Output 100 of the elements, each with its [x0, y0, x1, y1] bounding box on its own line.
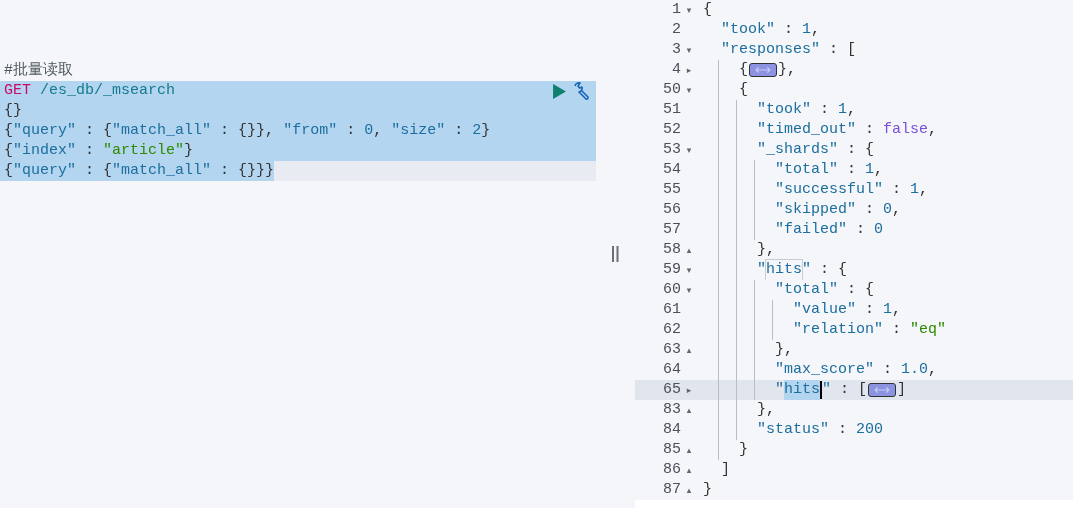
code-token: : — [883, 360, 894, 380]
code-token: "total" — [775, 160, 839, 180]
code-token: : — [85, 142, 96, 159]
code-token: "query" — [13, 162, 77, 179]
code-token: 1 — [802, 20, 812, 40]
code-token: " — [822, 380, 832, 400]
line-number: 64 — [662, 360, 681, 380]
code-token: "timed_out" — [757, 120, 857, 140]
code-token: "took" — [757, 100, 812, 120]
code-token: : — [454, 122, 465, 139]
code-token: }, — [775, 340, 794, 360]
fold-toggle[interactable]: ▴ — [686, 345, 692, 355]
code-token: "article" — [103, 142, 185, 159]
code-token: : [ — [840, 380, 868, 400]
code-token: , — [874, 160, 884, 180]
fold-toggle[interactable]: ▴ — [686, 445, 692, 455]
fold-toggle[interactable]: ▾ — [686, 145, 692, 155]
code-token: "match_all" — [112, 162, 212, 179]
code-token: false — [883, 120, 929, 140]
code-token: "failed" — [775, 220, 848, 240]
code-token: , — [928, 360, 938, 380]
code-token: } — [184, 142, 194, 159]
code-token: "relation" — [793, 320, 884, 340]
code-token: : — [865, 120, 876, 140]
code-token: , — [892, 200, 902, 220]
code-token: 200 — [856, 420, 884, 440]
fold-toggle[interactable]: ▾ — [686, 45, 692, 55]
line-number: 4 — [671, 60, 681, 80]
code-token: hits — [784, 380, 821, 400]
fold-toggle[interactable]: ▾ — [686, 285, 692, 295]
code-token: } — [481, 122, 491, 139]
line-number: 52 — [662, 120, 681, 140]
code-token: , — [847, 100, 857, 120]
line-number: 86 — [662, 460, 681, 480]
code-token: " — [802, 260, 812, 280]
play-icon[interactable] — [553, 83, 566, 99]
code-token: : — [892, 180, 903, 200]
code-token: { — [4, 142, 13, 159]
code-token: ] — [897, 380, 907, 400]
code-token: 0 — [874, 220, 884, 240]
code-token: GET — [4, 82, 31, 99]
code-token: : { — [847, 140, 875, 160]
fold-toggle[interactable]: ▾ — [686, 265, 692, 275]
fold-toggle[interactable]: ▴ — [686, 465, 692, 475]
code-token: } — [703, 480, 712, 500]
fold-toggle[interactable]: ▴ — [686, 485, 692, 495]
code-token: "query" — [13, 122, 77, 139]
resize-handle-icon[interactable] — [612, 246, 619, 262]
code-token: : {}}, — [220, 122, 276, 139]
code-token: : { — [85, 162, 113, 179]
code-token: : — [346, 122, 357, 139]
code-token: { — [703, 0, 712, 20]
code-token: : — [838, 420, 849, 440]
code-token: { — [4, 162, 13, 179]
code-token: : {}}} — [220, 162, 275, 179]
code-token: " — [775, 380, 785, 400]
code-token: : { — [847, 280, 875, 300]
code-token: "total" — [775, 280, 839, 300]
code-token: : — [865, 200, 876, 220]
wrench-icon[interactable] — [572, 81, 592, 101]
code-token: "eq" — [910, 320, 947, 340]
code-token: : { — [820, 260, 848, 280]
line-number: 50 — [662, 80, 681, 100]
fold-toggle[interactable]: ▸ — [686, 65, 692, 75]
code-token: : — [856, 220, 867, 240]
code-token: 0 — [364, 122, 374, 139]
fold-toggle[interactable]: ▾ — [686, 5, 692, 15]
fold-toggle[interactable]: ▴ — [686, 405, 692, 415]
code-token: : { — [85, 122, 113, 139]
line-number: 2 — [671, 20, 681, 40]
code-token: }, — [778, 60, 797, 80]
code-token: { — [4, 122, 13, 139]
code-token: : — [892, 320, 903, 340]
code-token: "value" — [793, 300, 857, 320]
code-token: 1 — [838, 100, 848, 120]
code-token: 2 — [472, 122, 482, 139]
fold-toggle[interactable]: ▾ — [686, 85, 692, 95]
line-number: 57 — [662, 220, 681, 240]
code-token: 1 — [910, 180, 920, 200]
line-number: 85 — [662, 440, 681, 460]
line-number: 3 — [671, 40, 681, 60]
code-token: : — [820, 100, 831, 120]
code-token: "_shards" — [757, 140, 839, 160]
code-token: "from" — [283, 122, 338, 139]
code-token: /es_db/_msearch — [40, 82, 176, 99]
line-number: 59 — [662, 260, 681, 280]
code-token: "size" — [391, 122, 446, 139]
line-number: 54 — [662, 160, 681, 180]
code-token: "successful" — [775, 180, 884, 200]
line-number: 51 — [662, 100, 681, 120]
code-token: "match_all" — [112, 122, 212, 139]
code-token: , — [811, 20, 821, 40]
fold-toggle[interactable]: ▴ — [686, 245, 692, 255]
code-token: " — [757, 260, 767, 280]
code-token: : — [847, 160, 858, 180]
folded-code-icon[interactable] — [868, 383, 897, 397]
code-token: "took" — [721, 20, 776, 40]
fold-toggle[interactable]: ▸ — [686, 385, 692, 395]
folded-code-icon[interactable] — [749, 63, 778, 77]
code-token: }, — [757, 400, 776, 420]
